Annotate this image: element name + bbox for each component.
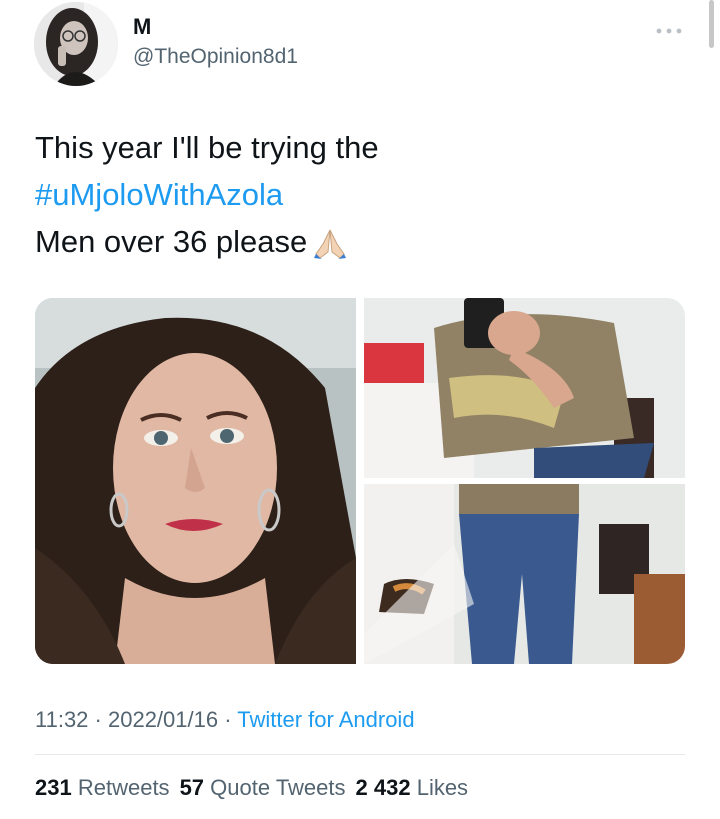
meta-separator: ·	[218, 707, 238, 732]
tweet-stats: 231 Retweets 57 Quote Tweets 2 432 Likes	[35, 773, 478, 803]
retweets-label: Retweets	[77, 775, 170, 800]
avatar[interactable]	[34, 2, 118, 86]
divider	[35, 754, 685, 755]
tweet-source-link[interactable]: Twitter for Android	[237, 707, 414, 732]
user-handle[interactable]: @TheOpinion8d1	[133, 44, 298, 70]
display-name[interactable]: M	[133, 14, 298, 40]
media-grid	[35, 298, 685, 664]
more-dots-icon	[656, 28, 682, 34]
tweet-text: This year I'll be trying the #uMjoloWith…	[35, 124, 675, 273]
retweets-stat[interactable]: 231 Retweets	[35, 775, 170, 800]
meta-separator: ·	[88, 707, 108, 732]
tweet-time[interactable]: 11:32	[35, 707, 88, 732]
author-block[interactable]: M @TheOpinion8d1	[133, 14, 298, 70]
likes-count: 2 432	[355, 775, 411, 800]
retweets-count: 231	[35, 775, 72, 800]
quotes-label: Quote Tweets	[210, 775, 346, 800]
likes-stat[interactable]: 2 432 Likes	[356, 775, 469, 800]
photo-mirror-shirt[interactable]	[364, 298, 685, 478]
likes-label: Likes	[416, 775, 469, 800]
tweet-date[interactable]: 2022/01/16	[108, 707, 218, 732]
praying-hands-icon	[313, 226, 347, 273]
tweet-text-line-1: This year I'll be trying the	[35, 130, 379, 165]
scrollbar[interactable]	[709, 0, 714, 48]
hashtag-link[interactable]: #uMjoloWithAzola	[35, 177, 283, 212]
photo-selfie-face[interactable]	[35, 298, 356, 664]
quotes-count: 57	[179, 775, 205, 800]
more-options-button[interactable]	[652, 22, 686, 40]
photo-mirror-jeans[interactable]	[364, 484, 685, 664]
tweet-text-line-3: Men over 36 please	[35, 224, 308, 259]
profile-photo-icon	[34, 2, 118, 86]
tweet: M @TheOpinion8d1 This year I'll be tryin…	[0, 0, 720, 819]
tweet-meta: 11:32 · 2022/01/16 · Twitter for Android	[35, 705, 415, 735]
quote-tweets-stat[interactable]: 57 Quote Tweets	[180, 775, 346, 800]
